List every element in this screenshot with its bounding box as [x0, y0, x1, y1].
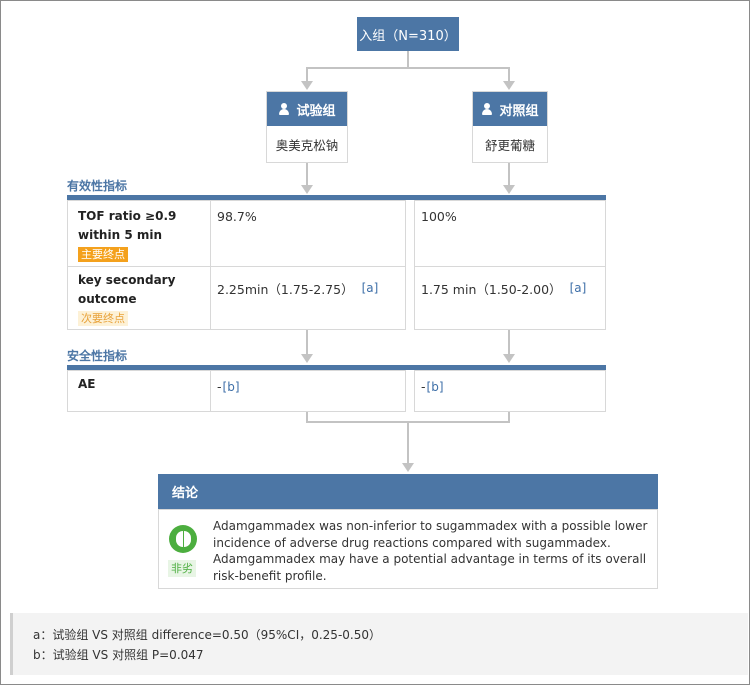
- connector: [306, 67, 510, 69]
- connector: [508, 163, 510, 185]
- efficacy-control-value-text: 100%: [421, 209, 457, 224]
- efficacy-control-value: 1.75 min（1.50-2.00） [a]: [414, 266, 606, 330]
- efficacy-control-value-text: 1.75 min（1.50-2.00）: [421, 282, 562, 297]
- control-group-node: 对照组 舒更葡糖: [472, 91, 548, 163]
- control-group-drug: 舒更葡糖: [484, 137, 535, 153]
- efficacy-test-value-text: 98.7%: [217, 209, 257, 224]
- conclusion-title: 结论: [172, 486, 199, 501]
- arrow-down-icon: [301, 185, 313, 194]
- connector: [407, 51, 409, 68]
- connector: [508, 330, 510, 354]
- test-group-drug: 奥美克松钠: [275, 137, 339, 153]
- test-group-node: 试验组 奥美克松钠: [266, 91, 348, 163]
- safety-test-value-text: -: [217, 379, 222, 394]
- arrow-down-icon: [503, 81, 515, 90]
- footnote-b: b：试验组 VS 对照组 P=0.047: [33, 648, 204, 662]
- conclusion-body: 非劣 Adamgammadex was non-inferior to suga…: [158, 509, 658, 589]
- test-group-name: 试验组: [296, 103, 336, 119]
- arrow-down-icon: [503, 354, 515, 363]
- efficacy-test-value-text: 2.25min（1.75-2.75）: [217, 282, 354, 297]
- efficacy-control-value: 100%: [414, 200, 606, 267]
- footnote-ref-link[interactable]: [b]: [223, 380, 240, 394]
- footnote-ref-link[interactable]: [b]: [427, 380, 444, 394]
- connector: [306, 163, 308, 185]
- enrollment-label: 入组（N=310）: [359, 28, 457, 44]
- conclusion-header: 结论: [158, 474, 658, 509]
- primary-endpoint-badge: 主要终点: [78, 247, 128, 262]
- connector: [306, 67, 308, 81]
- arrow-down-icon: [301, 354, 313, 363]
- safety-section-title: 安全性指标: [67, 349, 128, 363]
- efficacy-test-value: 98.7%: [210, 200, 406, 267]
- test-group-header: 试验组: [267, 92, 347, 126]
- connector: [306, 330, 308, 354]
- efficacy-row-label-line: within 5 min: [78, 228, 162, 242]
- connector: [508, 67, 510, 81]
- enrollment-node: 入组（N=310）: [357, 17, 459, 51]
- conclusion-text: Adamgammadex was non-inferior to sugamma…: [213, 519, 648, 583]
- user-icon: [481, 103, 493, 115]
- secondary-endpoint-badge: 次要终点: [78, 311, 128, 326]
- efficacy-section-title: 有效性指标: [67, 179, 128, 193]
- control-group-name: 对照组: [499, 103, 539, 119]
- connector: [407, 421, 409, 463]
- arrow-down-icon: [301, 81, 313, 90]
- non-inferior-icon: [169, 525, 197, 553]
- user-icon: [278, 103, 290, 115]
- footnotes-panel: a：试验组 VS 对照组 difference=0.50（95%CI，0.25-…: [10, 613, 748, 675]
- footnote-ref-link[interactable]: [a]: [570, 281, 587, 295]
- safety-test-value: -[b]: [210, 370, 406, 412]
- footnote-a: a：试验组 VS 对照组 difference=0.50（95%CI，0.25-…: [33, 628, 381, 642]
- footnote-ref-link[interactable]: [a]: [362, 281, 379, 295]
- arrow-down-icon: [503, 185, 515, 194]
- arrow-down-icon: [402, 463, 414, 472]
- efficacy-row-label: TOF ratio ≥0.9 within 5 min 主要终点: [67, 200, 211, 267]
- safety-control-value-text: -: [421, 379, 426, 394]
- safety-row-label-text: AE: [78, 377, 96, 391]
- non-inferior-badge: 非劣: [168, 560, 196, 577]
- efficacy-row-label: key secondary outcome 次要终点: [67, 266, 211, 330]
- efficacy-row-label-line: outcome: [78, 292, 137, 306]
- control-group-header: 对照组: [473, 92, 547, 126]
- safety-control-value: -[b]: [414, 370, 606, 412]
- efficacy-row-label-line: TOF ratio ≥0.9: [78, 209, 177, 223]
- efficacy-row-label-line: key secondary: [78, 273, 176, 287]
- efficacy-test-value: 2.25min（1.75-2.75） [a]: [210, 266, 406, 330]
- safety-row-label: AE: [67, 370, 211, 412]
